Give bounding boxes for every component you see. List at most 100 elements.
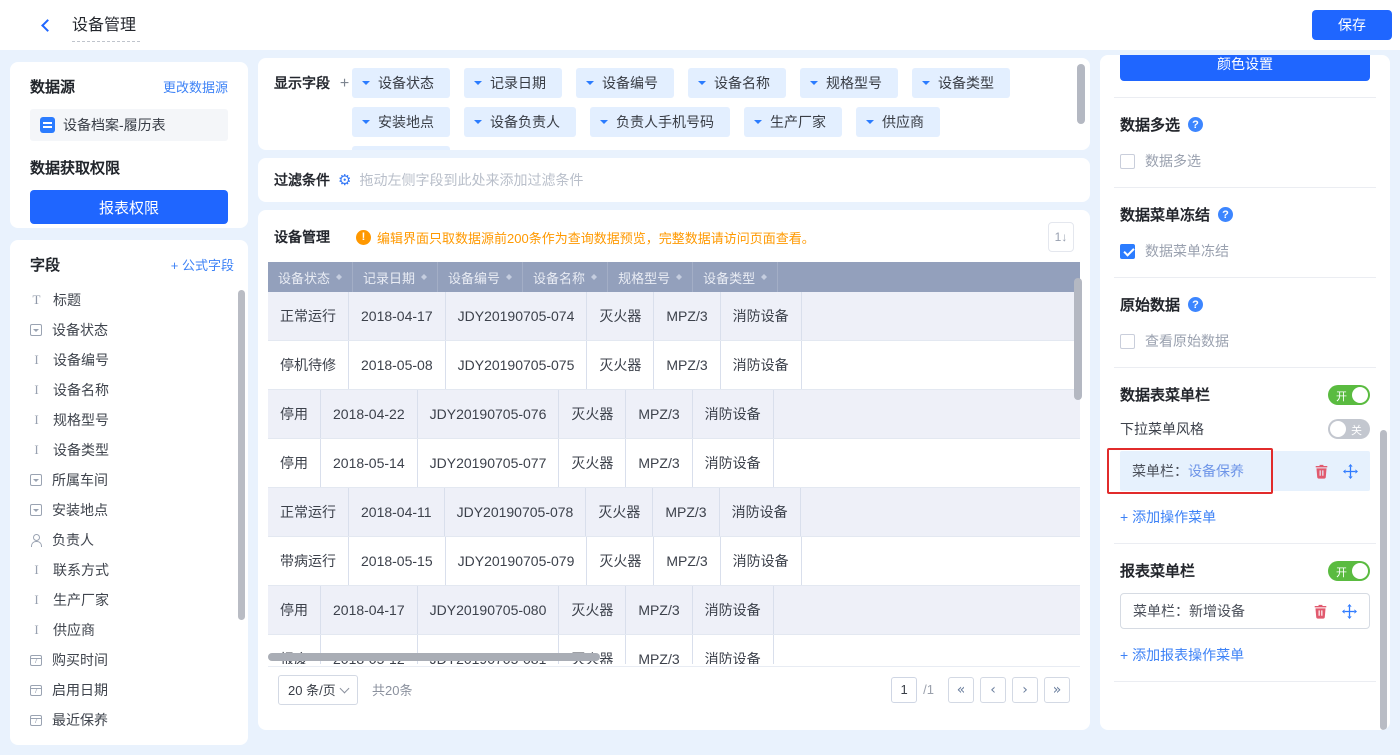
display-fields-scrollbar-thumb[interactable] bbox=[1077, 64, 1085, 124]
last-page-button[interactable] bbox=[1044, 676, 1070, 703]
report-menu-toggle[interactable]: 开 bbox=[1328, 560, 1370, 581]
datasource-item[interactable]: 设备档案-履历表 bbox=[30, 109, 228, 141]
display-field-tag[interactable]: 记录日期 bbox=[464, 68, 562, 98]
field-item[interactable]: 标题 bbox=[30, 285, 234, 315]
column-sort-icon[interactable] bbox=[506, 271, 513, 283]
display-field-tag[interactable]: 设备编号 bbox=[576, 68, 674, 98]
help-icon[interactable] bbox=[1188, 297, 1204, 312]
first-page-button[interactable] bbox=[948, 676, 974, 703]
delete-icon[interactable] bbox=[1314, 464, 1329, 479]
table-column-header[interactable]: 设备状态 bbox=[268, 262, 354, 292]
table-column-header[interactable]: 规格型号 bbox=[608, 262, 694, 292]
add-display-field-button[interactable]: + bbox=[340, 75, 349, 92]
field-item[interactable]: 最近保养 bbox=[30, 705, 234, 735]
column-sort-icon[interactable] bbox=[336, 271, 343, 283]
add-report-action-menu-link[interactable]: + 添加报表操作菜单 bbox=[1120, 645, 1244, 665]
field-item[interactable]: 设备状态 bbox=[30, 315, 234, 345]
table-scrollbar-thumb[interactable] bbox=[1074, 278, 1082, 400]
table-row[interactable]: 正常运行 2018-04-11 JDY20190705-078 灭火器 MPZ/… bbox=[268, 488, 1080, 537]
table-row[interactable]: 正常运行 2018-04-17 JDY20190705-074 灭火器 MPZ/… bbox=[268, 292, 1080, 341]
field-item[interactable]: 负责人 bbox=[30, 525, 234, 555]
report-menu-item[interactable]: 菜单栏： 新增设备 bbox=[1120, 593, 1370, 629]
sort-icon[interactable]: 1↓ bbox=[1048, 222, 1074, 252]
table-row[interactable]: 停用 2018-04-17 JDY20190705-080 灭火器 MPZ/3 … bbox=[268, 586, 1080, 635]
column-sort-icon[interactable] bbox=[676, 271, 683, 283]
display-field-tag[interactable]: 安装地点 bbox=[352, 107, 450, 137]
table-cell: 2018-04-17 bbox=[349, 292, 446, 340]
help-icon[interactable] bbox=[1188, 117, 1204, 132]
field-item[interactable]: 联系方式 bbox=[30, 555, 234, 585]
display-field-tag[interactable]: 设备类型 bbox=[912, 68, 1010, 98]
current-page-input[interactable]: 1 bbox=[891, 676, 918, 703]
field-item[interactable]: 设备名称 bbox=[30, 375, 234, 405]
back-button[interactable] bbox=[34, 14, 56, 36]
table-column-header[interactable]: 设备类型 bbox=[693, 262, 779, 292]
delete-icon[interactable] bbox=[1313, 604, 1328, 619]
multi-select-checkbox[interactable] bbox=[1120, 153, 1135, 169]
color-settings-button[interactable]: 颜色设置 bbox=[1120, 55, 1370, 81]
field-item[interactable]: 设备编号 bbox=[30, 345, 234, 375]
field-item[interactable]: 安装地点 bbox=[30, 495, 234, 525]
column-label: 记录日期 bbox=[363, 270, 416, 286]
field-item[interactable]: 设备类型 bbox=[30, 435, 234, 465]
menu-freeze-checkbox-row[interactable]: 数据菜单冻结 bbox=[1120, 241, 1370, 261]
gear-icon[interactable]: ⚙ bbox=[338, 171, 351, 189]
field-item[interactable]: 供应商 bbox=[30, 615, 234, 645]
move-icon[interactable] bbox=[1342, 603, 1357, 619]
display-field-tag[interactable]: 购买时间 bbox=[352, 146, 450, 150]
field-item[interactable]: 购买时间 bbox=[30, 645, 234, 675]
previous-page-button[interactable] bbox=[980, 676, 1006, 703]
menu-freeze-checkbox[interactable] bbox=[1120, 243, 1135, 259]
display-field-tags: 设备状态 记录日期 设备编号 设备名称 规格型号 设备类型 安装地点 设备负责人… bbox=[352, 68, 1064, 150]
caret-down-icon bbox=[810, 81, 818, 89]
field-item[interactable]: 规格型号 bbox=[30, 405, 234, 435]
table-row[interactable]: 停用 2018-04-22 JDY20190705-076 灭火器 MPZ/3 … bbox=[268, 390, 1080, 439]
table-menu-toggle[interactable]: 开 bbox=[1328, 384, 1370, 405]
raw-data-checkbox-row[interactable]: 查看原始数据 bbox=[1120, 331, 1370, 351]
change-datasource-link[interactable]: 更改数据源 bbox=[163, 77, 228, 96]
multi-select-checkbox-row[interactable]: 数据多选 bbox=[1120, 151, 1370, 171]
display-field-tag[interactable]: 设备名称 bbox=[688, 68, 786, 98]
display-field-tag[interactable]: 供应商 bbox=[856, 107, 940, 137]
table-row[interactable]: 停用 2018-05-14 JDY20190705-077 灭火器 MPZ/3 … bbox=[268, 439, 1080, 488]
table-horizontal-scrollbar-thumb[interactable] bbox=[268, 653, 600, 661]
help-icon[interactable] bbox=[1218, 207, 1234, 222]
page-size-select[interactable]: 20 条/页 bbox=[278, 674, 358, 705]
table-menu-item[interactable]: 菜单栏： 设备保养 bbox=[1107, 448, 1370, 494]
field-item[interactable]: 生产厂家 bbox=[30, 585, 234, 615]
next-page-button[interactable] bbox=[1012, 676, 1038, 703]
raw-data-checkbox[interactable] bbox=[1120, 333, 1135, 349]
table-row[interactable]: 停机待修 2018-05-08 JDY20190705-075 灭火器 MPZ/… bbox=[268, 341, 1080, 390]
display-field-tag[interactable]: 设备负责人 bbox=[464, 107, 576, 137]
settings-scrollbar-thumb[interactable] bbox=[1380, 430, 1387, 730]
move-icon[interactable] bbox=[1343, 463, 1358, 479]
add-formula-field-link[interactable]: + 公式字段 bbox=[171, 255, 234, 274]
table-cell: MPZ/3 bbox=[626, 586, 693, 634]
column-sort-icon[interactable] bbox=[591, 271, 598, 283]
table-cell: MPZ/3 bbox=[626, 635, 693, 664]
table-column-header[interactable]: 记录日期 bbox=[353, 262, 439, 292]
add-action-menu-link[interactable]: + 添加操作菜单 bbox=[1120, 507, 1216, 527]
table-menu-title: 数据表菜单栏 bbox=[1120, 387, 1211, 404]
field-item[interactable]: 所属车间 bbox=[30, 465, 234, 495]
fields-scrollbar-thumb[interactable] bbox=[238, 290, 245, 620]
text-icon bbox=[30, 382, 43, 398]
display-field-tag[interactable]: 设备状态 bbox=[352, 68, 450, 98]
field-label: 生产厂家 bbox=[53, 592, 109, 608]
display-field-tag[interactable]: 负责人手机号码 bbox=[590, 107, 730, 137]
table-column-header[interactable]: 设备名称 bbox=[523, 262, 609, 292]
column-sort-icon[interactable] bbox=[761, 271, 768, 283]
filter-label: 过滤条件 bbox=[274, 172, 330, 188]
tag-label: 设备状态 bbox=[378, 75, 434, 91]
field-item[interactable]: 启用日期 bbox=[30, 675, 234, 705]
display-field-tag[interactable]: 规格型号 bbox=[800, 68, 898, 98]
table-column-header[interactable]: 设备编号 bbox=[438, 262, 524, 292]
column-sort-icon[interactable] bbox=[421, 271, 428, 283]
field-label: 设备类型 bbox=[53, 442, 109, 458]
dropdown-style-toggle[interactable]: 关 bbox=[1328, 419, 1370, 439]
save-button[interactable]: 保存 bbox=[1312, 10, 1392, 40]
report-permission-button[interactable]: 报表权限 bbox=[30, 190, 228, 224]
column-label: 规格型号 bbox=[618, 270, 671, 286]
table-row[interactable]: 带病运行 2018-05-15 JDY20190705-079 灭火器 MPZ/… bbox=[268, 537, 1080, 586]
display-field-tag[interactable]: 生产厂家 bbox=[744, 107, 842, 137]
